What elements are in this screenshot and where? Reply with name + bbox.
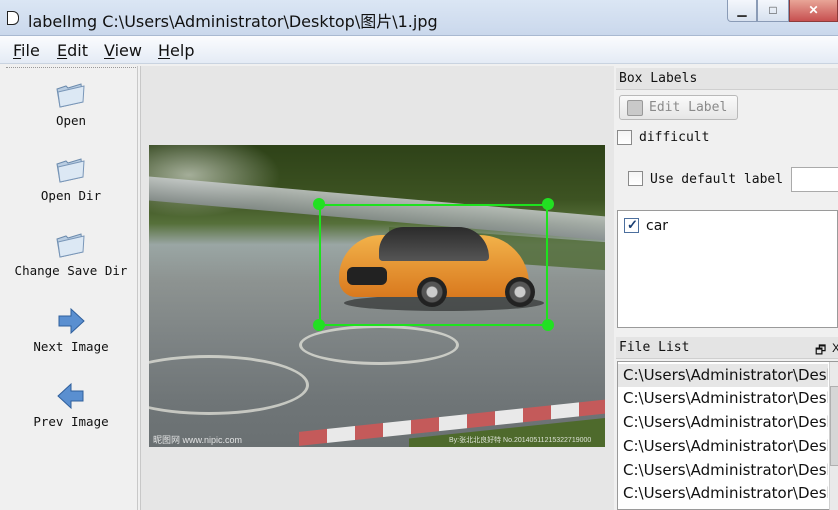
list-item[interactable]: C:\Users\Administrator\Desktop\图片\5.jpg — [618, 459, 828, 482]
close-button[interactable]: ✕ — [789, 0, 838, 22]
open-dir-label: Open Dir — [40, 188, 102, 203]
bbox-handle-bottom-right[interactable] — [542, 319, 554, 331]
checkmark-icon: ✓ — [627, 217, 638, 232]
minimize-button[interactable]: ▁ — [727, 0, 757, 22]
edit-label-button[interactable]: Edit Label — [619, 95, 738, 120]
list-item[interactable]: C:\Users\Administrator\Desktop\图片\6.jpg — [618, 482, 828, 505]
prev-image-label: Prev Image — [33, 414, 109, 429]
pencil-icon — [627, 100, 643, 116]
scrollbar-thumb[interactable] — [830, 386, 838, 466]
change-save-dir-label: Change Save Dir — [14, 263, 128, 278]
list-item[interactable]: C:\Users\Administrator\Desktop\图片\4.jpg — [618, 435, 828, 458]
list-item[interactable]: C:\Users\Administrator\Desktop\图片\3.jpg — [618, 411, 828, 434]
label-visible-checkbox[interactable]: ✓ — [624, 217, 639, 233]
road-marking — [299, 325, 459, 365]
arrow-right-icon — [54, 306, 88, 336]
change-save-dir-button[interactable]: Change Save Dir — [4, 230, 138, 278]
toolbar-grip[interactable] — [6, 67, 136, 70]
edit-label-text: Edit Label — [649, 100, 728, 115]
arrow-left-icon — [54, 381, 88, 411]
image-canvas[interactable]: 昵图网 www.nipic.com By:张北北良好特 No.201405112… — [140, 66, 614, 510]
menu-bar: File Edit View Help — [0, 36, 838, 64]
annotated-image[interactable]: 昵图网 www.nipic.com By:张北北良好特 No.201405112… — [149, 145, 605, 447]
box-labels-title: Box Labels — [616, 68, 838, 90]
window-title: labelImg C:\Users\Administrator\Desktop\… — [28, 12, 438, 31]
next-image-button[interactable]: Next Image — [4, 306, 138, 354]
use-default-label-text: Use default label — [650, 172, 784, 187]
road-marking — [149, 355, 309, 415]
close-panel-icon[interactable]: X — [832, 341, 838, 355]
list-item[interactable]: C:\Users\Administrator\Desktop\图片\2.jpg — [618, 387, 828, 410]
open-button[interactable]: Open — [4, 80, 138, 128]
file-list-scrollbar[interactable] — [829, 362, 838, 510]
next-image-label: Next Image — [33, 339, 109, 354]
bbox-handle-bottom-left[interactable] — [313, 319, 325, 331]
bbox-handle-top-left[interactable] — [313, 198, 325, 210]
watermark-left: 昵图网 www.nipic.com — [153, 435, 243, 445]
list-item[interactable]: C:\Users\Administrator\Desktop\图片\1.jpg — [618, 364, 828, 387]
open-label: Open — [55, 113, 87, 128]
difficult-checkbox[interactable] — [617, 130, 632, 145]
difficult-label: difficult — [639, 130, 710, 145]
bbox-handle-top-right[interactable] — [542, 198, 554, 210]
folder-icon — [54, 230, 88, 260]
bounding-box[interactable] — [319, 204, 548, 326]
folder-icon — [54, 80, 88, 110]
open-dir-button[interactable]: Open Dir — [4, 155, 138, 203]
labels-list[interactable]: ✓ car — [617, 210, 838, 328]
float-panel-icon[interactable]: 🗗 — [815, 341, 826, 362]
file-list-title: File List — [616, 337, 838, 359]
menu-edit[interactable]: Edit — [57, 41, 88, 60]
folder-icon — [54, 155, 88, 185]
label-name: car — [646, 218, 669, 234]
app-icon — [7, 11, 19, 25]
left-toolbar: Open Open Dir Change Save Dir Next Image — [4, 66, 138, 510]
menu-help[interactable]: Help — [158, 41, 194, 60]
default-label-input[interactable] — [791, 167, 838, 192]
use-default-label-checkbox[interactable] — [628, 171, 643, 186]
file-list[interactable]: C:\Users\Administrator\Desktop\图片\1.jpg … — [617, 361, 838, 510]
maximize-button[interactable]: □ — [757, 0, 789, 22]
menu-view[interactable]: View — [104, 41, 142, 60]
prev-image-button[interactable]: Prev Image — [4, 381, 138, 429]
menu-file[interactable]: File — [13, 41, 40, 60]
watermark-right: By:张北北良好特 No.20140511215322719000 — [449, 437, 592, 444]
title-bar: labelImg C:\Users\Administrator\Desktop\… — [0, 0, 838, 36]
